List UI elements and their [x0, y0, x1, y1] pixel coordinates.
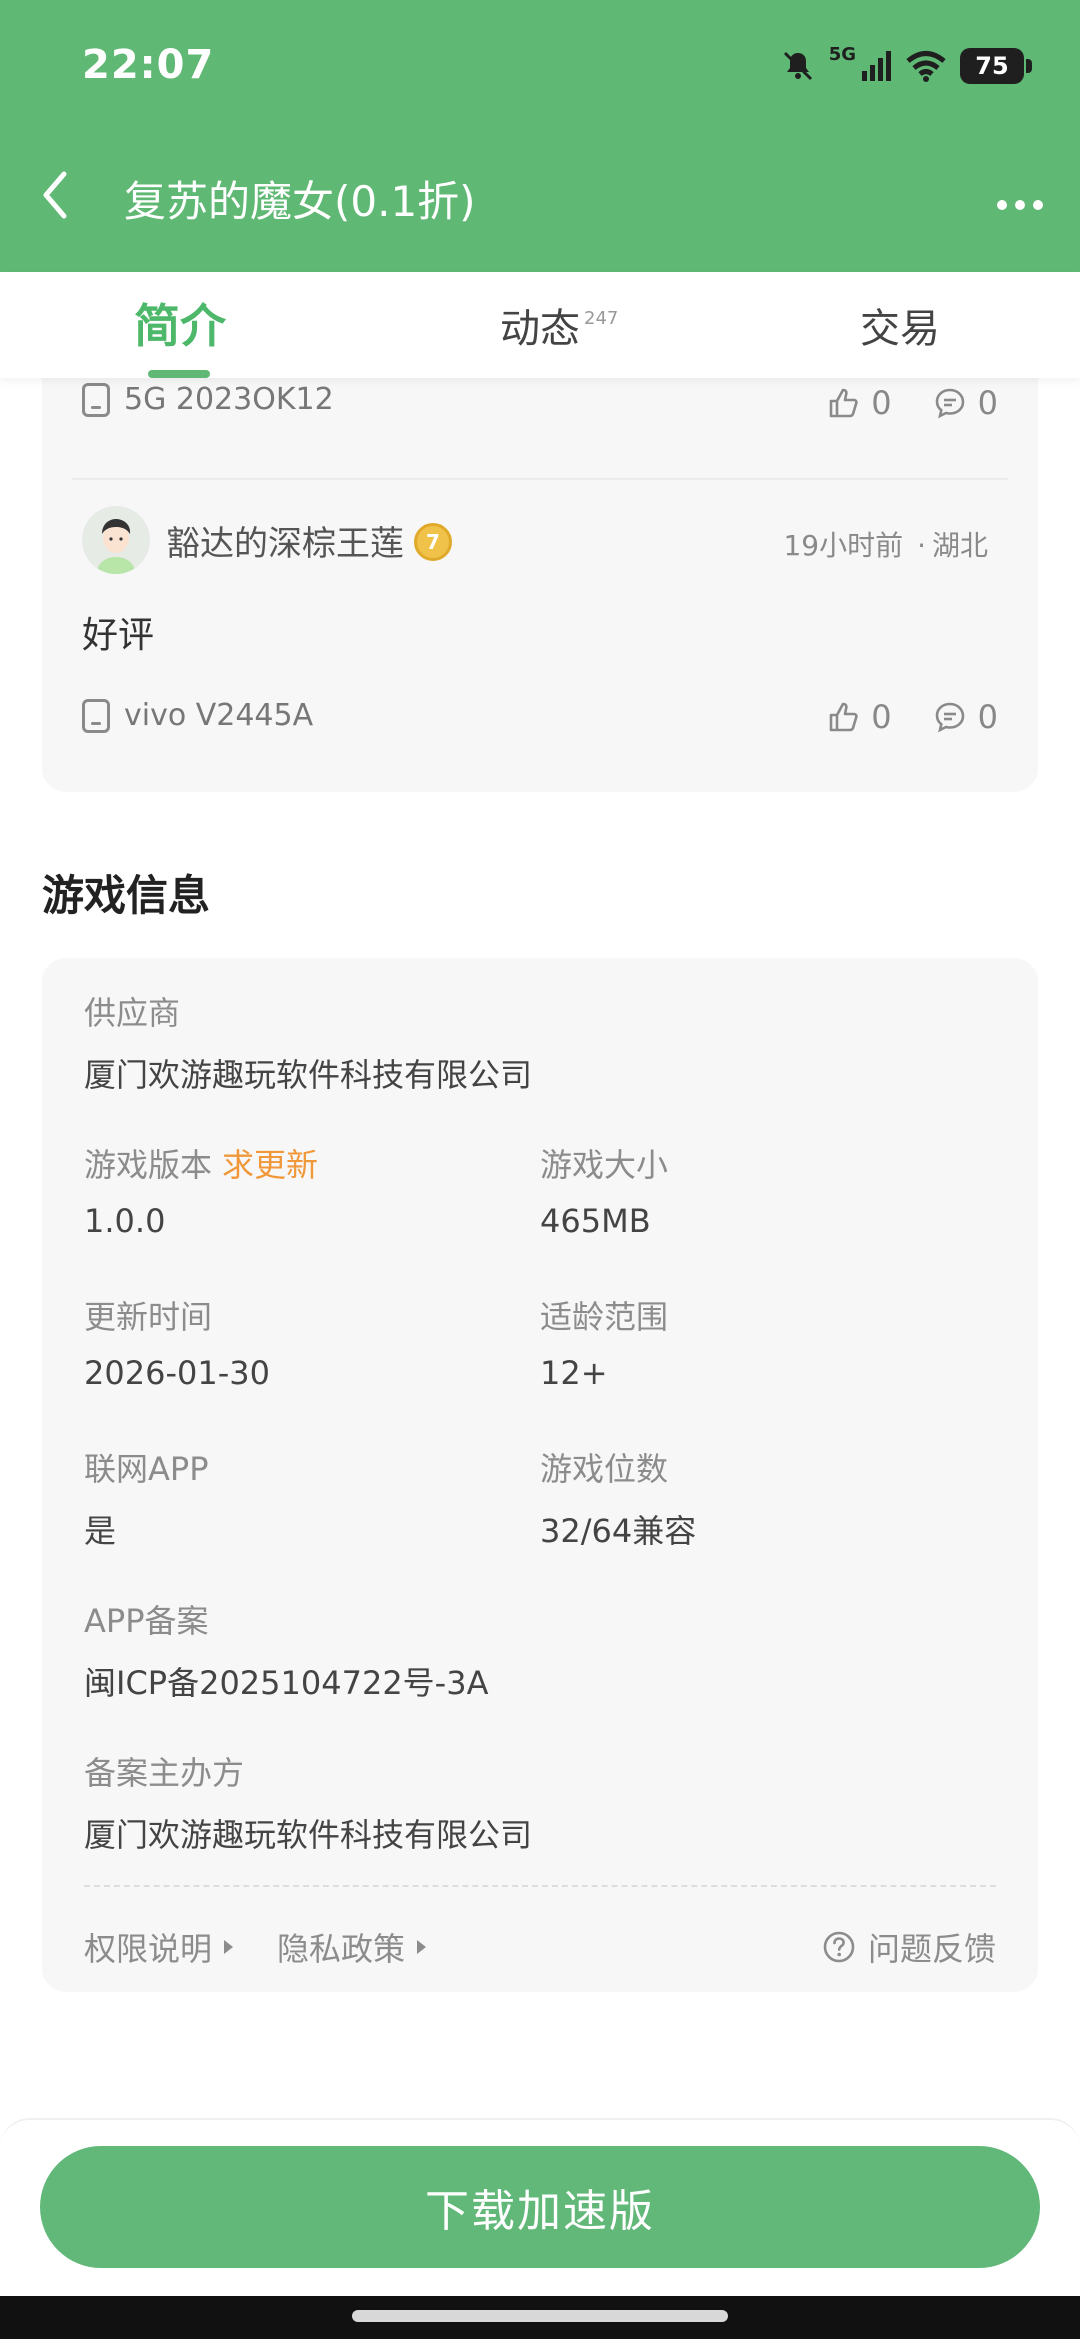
review-device-label: 5G 2023OK12 [124, 382, 334, 417]
info-footer-links: 权限说明 隐私政策 问题反馈 [84, 1922, 996, 1972]
bell-muted-icon [783, 51, 812, 81]
record-owner-label: 备案主办方 [84, 1754, 245, 1792]
like-count: 0 [871, 698, 892, 736]
download-accelerated-button[interactable]: 下载加速版 [40, 2146, 1040, 2268]
age-range-field: 适龄范围 12+ [540, 1292, 668, 1392]
record-owner-field: 备案主办方 厦门欢游趣玩软件科技有限公司 [84, 1748, 532, 1856]
tab-intro[interactable]: 简介 [134, 290, 226, 353]
bottom-action-bar: 下载加速版 [0, 2118, 1080, 2296]
privacy-policy-link[interactable]: 隐私政策 [277, 1924, 427, 1970]
more-dot-icon [1015, 200, 1025, 210]
app-record-label: APP备案 [84, 1602, 209, 1640]
page-title: 复苏的魔女(0.1折) [124, 177, 476, 226]
caret-right-icon [224, 1940, 234, 1954]
game-info-card: 供应商 厦门欢游趣玩软件科技有限公司 游戏版本 求更新 1.0.0 游戏大小 46… [42, 958, 1038, 1992]
permissions-link-label: 权限说明 [84, 1930, 213, 1968]
review-meta: 19小时前 · 湖北 [783, 524, 988, 564]
age-range-value: 12+ [540, 1354, 608, 1392]
tab-trade-label: 交易 [860, 306, 940, 352]
permissions-link[interactable]: 权限说明 [84, 1924, 234, 1970]
update-time-value: 2026-01-30 [84, 1354, 270, 1392]
bits-label: 游戏位数 [540, 1450, 669, 1488]
review-user[interactable]: 豁达的深棕王莲 7 [82, 506, 452, 574]
tab-active-indicator [148, 370, 210, 378]
review-location: 湖北 [931, 529, 988, 562]
level-badge: 7 [414, 519, 452, 561]
more-options-button[interactable] [990, 180, 1050, 230]
network-5g-label: 5G [828, 44, 856, 65]
review-text: 好评 [82, 615, 155, 656]
user-avatar-icon [82, 506, 150, 574]
review-stats: 0 0 [827, 384, 998, 422]
status-time: 22:07 [82, 42, 215, 88]
record-owner-value: 厦门欢游趣玩软件科技有限公司 [84, 1816, 533, 1854]
feedback-link-label: 问题反馈 [867, 1930, 996, 1968]
like-count: 0 [871, 384, 892, 422]
back-button[interactable] [30, 160, 80, 230]
status-icons: 5G 75 [781, 44, 1032, 88]
thumbs-up-icon[interactable] [827, 387, 859, 419]
size-label: 游戏大小 [540, 1146, 669, 1184]
version-label-text: 游戏版本 [84, 1146, 213, 1184]
reviews-card: 5G 2023OK12 0 0 豁达的深棕王莲 7 19小时前 · 湖北 好评 … [42, 340, 1038, 792]
privacy-policy-link-label: 隐私政策 [277, 1930, 406, 1968]
comment-count: 0 [977, 384, 998, 422]
home-indicator[interactable] [352, 2310, 728, 2322]
phone-icon [82, 382, 110, 417]
app-record-value: 闽ICP备2025104722号-3A [84, 1664, 489, 1702]
review-stats: 0 0 [827, 698, 998, 736]
tab-intro-label: 简介 [134, 299, 226, 353]
game-info-title: 游戏信息 [42, 871, 211, 920]
system-nav-bar [0, 2296, 1080, 2339]
bits-field: 游戏位数 32/64兼容 [540, 1444, 696, 1552]
phone-icon [82, 698, 110, 733]
update-time-label: 更新时间 [84, 1298, 213, 1336]
review-device: 5G 2023OK12 [82, 382, 334, 417]
tab-bar: 简介 动态 247 交易 [0, 272, 1080, 378]
age-range-label: 适龄范围 [540, 1298, 669, 1336]
review-device: vivo V2445A [82, 698, 313, 733]
tab-feed-badge: 247 [584, 308, 619, 329]
supplier-label: 供应商 [84, 994, 181, 1032]
feedback-link[interactable]: 问题反馈 [822, 1924, 996, 1970]
version-value: 1.0.0 [84, 1202, 166, 1240]
comment-count: 0 [977, 698, 998, 736]
version-field: 游戏版本 求更新 1.0.0 [84, 1140, 318, 1240]
tab-feed[interactable]: 动态 247 [500, 296, 618, 356]
bits-value: 32/64兼容 [540, 1512, 697, 1550]
supplier-field: 供应商 厦门欢游趣玩软件科技有限公司 [84, 988, 532, 1096]
meta-separator: · [917, 529, 926, 562]
app-header: 22:07 5G 75 复苏的魔女(0.1折) [0, 0, 1080, 272]
size-field: 游戏大小 465MB [540, 1140, 668, 1240]
size-value: 465MB [540, 1202, 651, 1240]
review-time: 19小时前 [783, 529, 904, 562]
signal-icon [862, 51, 891, 81]
online-app-label: 联网APP [84, 1450, 209, 1488]
caret-right-icon [417, 1940, 427, 1954]
avatar[interactable] [82, 506, 150, 574]
review-username[interactable]: 豁达的深棕王莲 [166, 516, 404, 565]
wifi-icon [906, 51, 946, 82]
level-medal-icon: 7 [414, 523, 452, 561]
online-app-value: 是 [84, 1512, 117, 1550]
review-device-label: vivo V2445A [124, 698, 314, 733]
request-update-link[interactable]: 求更新 [222, 1146, 318, 1184]
app-record-field: APP备案 闽ICP备2025104722号-3A [84, 1596, 488, 1704]
supplier-value: 厦门欢游趣玩软件科技有限公司 [84, 1056, 533, 1094]
dashed-divider [84, 1885, 996, 1887]
online-app-field: 联网APP 是 [84, 1444, 209, 1552]
tab-trade[interactable]: 交易 [860, 296, 940, 356]
battery-indicator: 75 [960, 48, 1032, 84]
more-dot-icon [1033, 200, 1043, 210]
more-dot-icon [997, 200, 1007, 210]
comment-icon[interactable] [934, 701, 966, 733]
tab-feed-label: 动态 [500, 306, 580, 352]
update-time-field: 更新时间 2026-01-30 [84, 1292, 270, 1392]
comment-icon[interactable] [934, 387, 966, 419]
review-divider [72, 478, 1008, 480]
help-circle-icon [823, 1931, 855, 1963]
thumbs-up-icon[interactable] [827, 701, 859, 733]
version-label: 游戏版本 求更新 [84, 1140, 318, 1186]
chevron-left-icon [43, 171, 67, 219]
